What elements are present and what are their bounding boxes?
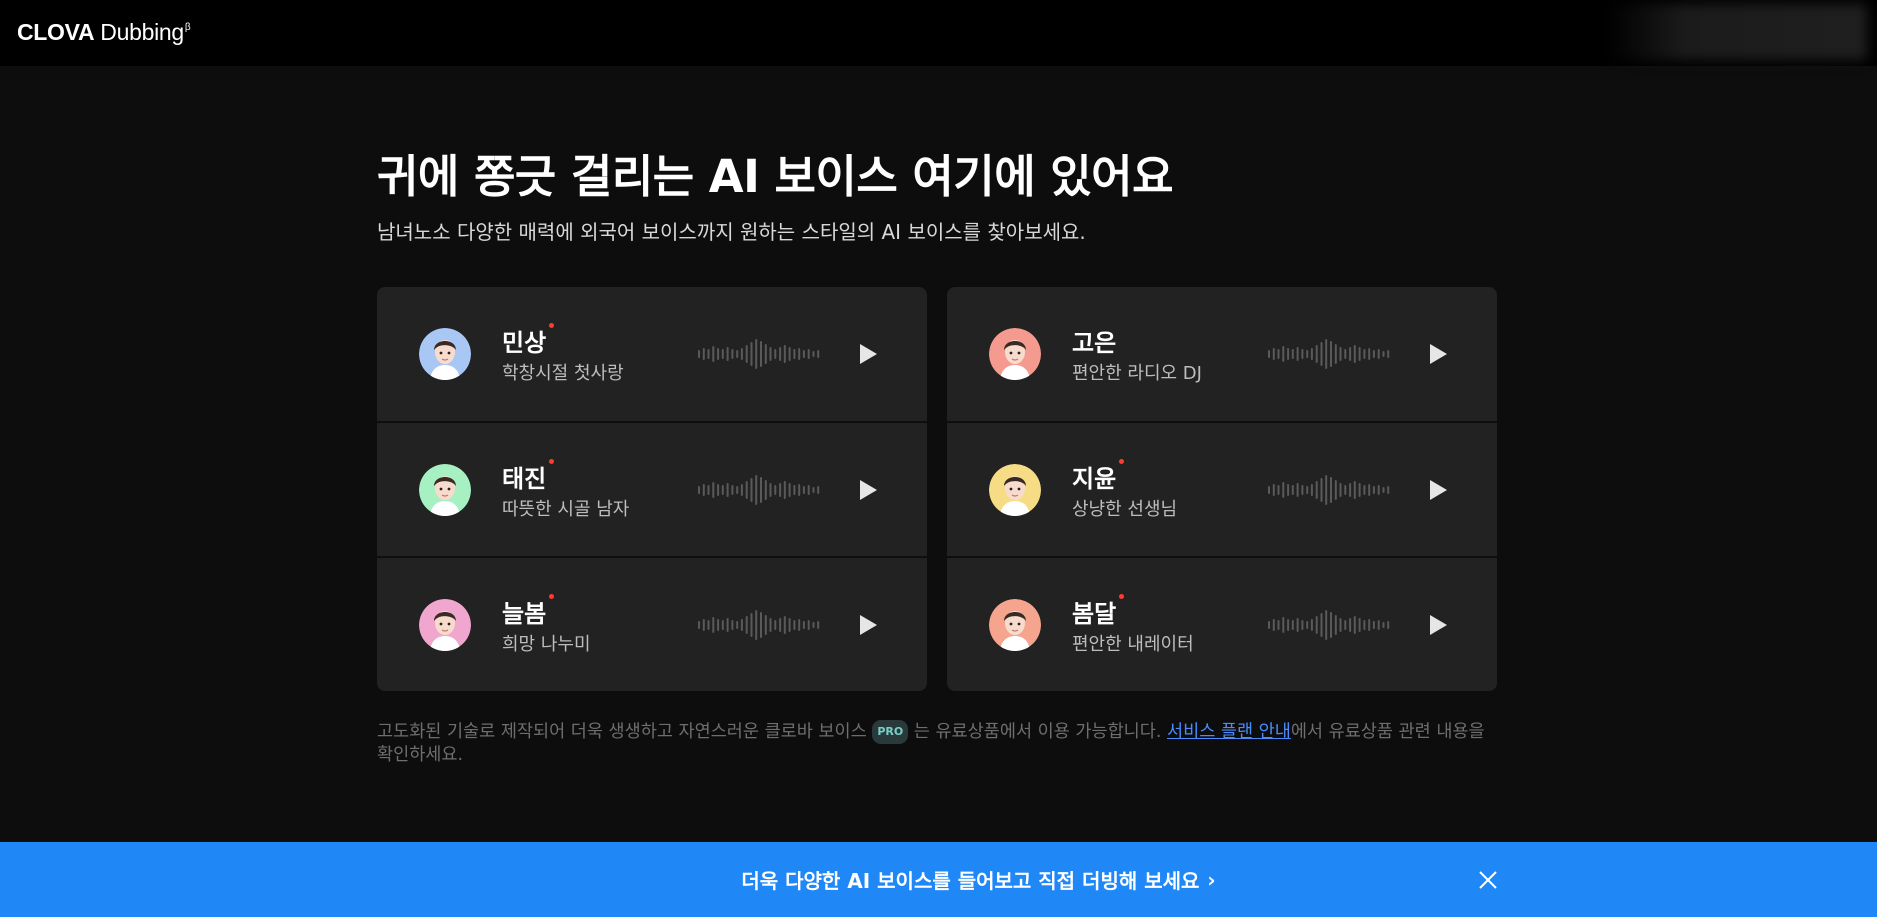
- banner-text: 더욱 다양한 AI 보이스를 들어보고 직접 더빙해 보세요: [741, 869, 1200, 893]
- play-button[interactable]: [1423, 610, 1453, 640]
- voice-card[interactable]: 고은 편안한 라디오 DJ: [947, 287, 1497, 421]
- play-icon: [860, 615, 877, 635]
- service-plan-link[interactable]: 서비스 플랜 안내: [1167, 722, 1291, 742]
- play-icon: [1430, 344, 1447, 364]
- waveform-icon: [698, 475, 820, 505]
- voice-name: 봄달: [1072, 600, 1117, 628]
- voice-name: 고은: [1072, 329, 1117, 357]
- notice-text: 고도화된 기술로 제작되어 더욱 생생하고 자연스러운 클로바 보이스: [377, 722, 867, 742]
- waveform-icon: [1268, 339, 1390, 369]
- pro-badge: PRO: [872, 720, 909, 744]
- voice-card[interactable]: 늘봄 희망 나누미: [377, 557, 927, 691]
- new-indicator-dot: [549, 594, 554, 599]
- new-indicator-dot: [549, 459, 554, 464]
- voice-card[interactable]: 민상 학창시절 첫사랑: [377, 287, 927, 421]
- banner-cta-link[interactable]: 더욱 다양한 AI 보이스를 들어보고 직접 더빙해 보세요 ›: [0, 842, 1877, 917]
- play-icon: [1430, 480, 1447, 500]
- logo-beta-mark: β: [184, 22, 191, 33]
- voice-card[interactable]: 지윤 상냥한 선생님: [947, 422, 1497, 556]
- voice-avatar: [989, 599, 1041, 651]
- voice-description: 편안한 내레이터: [1072, 634, 1194, 655]
- voice-avatar: [419, 599, 471, 651]
- new-indicator-dot: [1119, 459, 1124, 464]
- voice-panel-left: 민상 학창시절 첫사랑 태진 따뜻한 시골 남자 늘봄 희망 나누미: [377, 287, 927, 691]
- page-title: 귀에 쫑긋 걸리는 AI 보이스 여기에 있어요: [377, 150, 1173, 203]
- waveform-icon: [698, 610, 820, 640]
- voice-description: 희망 나누미: [502, 634, 591, 655]
- voice-name: 늘봄: [502, 600, 547, 628]
- pro-voice-notice: 고도화된 기술로 제작되어 더욱 생생하고 자연스러운 클로바 보이스 PRO …: [377, 720, 1497, 766]
- play-button[interactable]: [853, 610, 883, 640]
- play-button[interactable]: [853, 339, 883, 369]
- close-icon: [1479, 871, 1497, 889]
- waveform-icon: [1268, 610, 1390, 640]
- voice-card[interactable]: 봄달 편안한 내레이터: [947, 557, 1497, 691]
- voice-avatar: [419, 328, 471, 380]
- waveform-icon: [698, 339, 820, 369]
- waveform-icon: [1268, 475, 1390, 505]
- play-button[interactable]: [1423, 339, 1453, 369]
- voice-name: 태진: [502, 465, 547, 493]
- close-banner-button[interactable]: [1476, 868, 1500, 892]
- voice-description: 따뜻한 시골 남자: [502, 499, 630, 520]
- chevron-right-icon: ›: [1207, 867, 1216, 892]
- voice-description: 학창시절 첫사랑: [502, 363, 624, 384]
- voice-description: 상냥한 선생님: [1072, 499, 1178, 520]
- new-indicator-dot: [549, 323, 554, 328]
- voice-name: 지윤: [1072, 465, 1117, 493]
- top-bar: CLOVA Dubbing β: [0, 0, 1877, 66]
- play-button[interactable]: [1423, 475, 1453, 505]
- clova-dubbing-logo[interactable]: CLOVA Dubbing β: [17, 19, 191, 46]
- blurred-header-actions: [1607, 4, 1867, 60]
- voice-name: 민상: [502, 329, 547, 357]
- new-indicator-dot: [1119, 594, 1124, 599]
- play-icon: [1430, 615, 1447, 635]
- voice-avatar: [419, 464, 471, 516]
- play-icon: [860, 344, 877, 364]
- voice-card[interactable]: 태진 따뜻한 시골 남자: [377, 422, 927, 556]
- logo-brand: CLOVA: [17, 19, 95, 45]
- voice-avatar: [989, 464, 1041, 516]
- voice-panel-right: 고은 편안한 라디오 DJ 지윤 상냥한 선생님 봄달 편안한 내레이터: [947, 287, 1497, 691]
- bottom-cta-banner[interactable]: 더욱 다양한 AI 보이스를 들어보고 직접 더빙해 보세요 ›: [0, 842, 1877, 917]
- logo-product: Dubbing: [100, 19, 184, 45]
- play-button[interactable]: [853, 475, 883, 505]
- voice-description: 편안한 라디오 DJ: [1072, 363, 1202, 384]
- voice-avatar: [989, 328, 1041, 380]
- page-subtitle: 남녀노소 다양한 매력에 외국어 보이스까지 원하는 스타일의 AI 보이스를 …: [377, 220, 1086, 244]
- notice-text: 는 유료상품에서 이용 가능합니다.: [908, 722, 1167, 742]
- play-icon: [860, 480, 877, 500]
